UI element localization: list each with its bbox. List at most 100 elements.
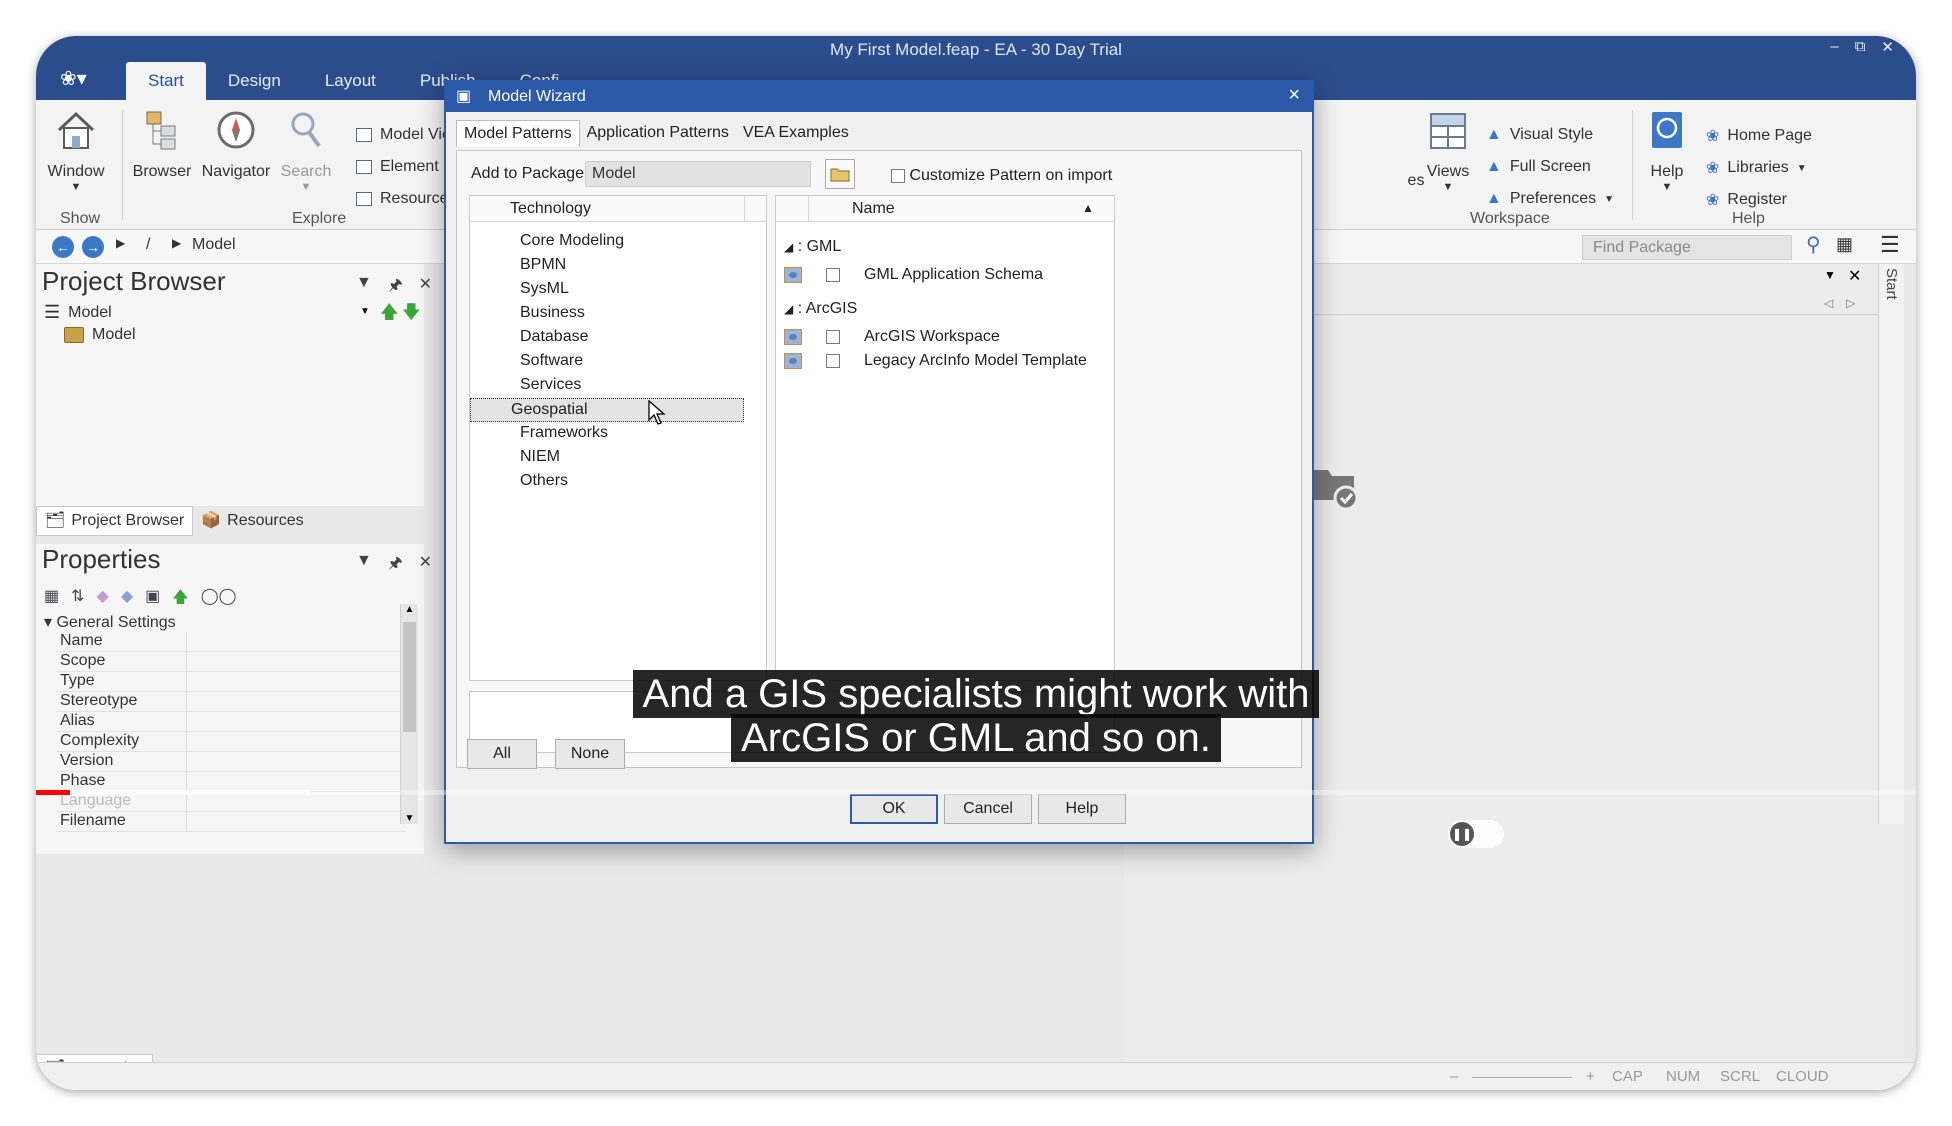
tab-vea-examples[interactable]: VEA Examples	[736, 120, 856, 147]
tree-root[interactable]: ☰ Model	[44, 302, 112, 323]
arrow-up-icon[interactable]: 🡅	[380, 300, 399, 330]
tab-start[interactable]: Start	[126, 62, 206, 100]
package-field[interactable]: Model	[585, 161, 811, 187]
search-icon[interactable]: ⚲	[1806, 232, 1821, 257]
navigator-button[interactable]: Navigator	[198, 108, 274, 181]
home-page-button[interactable]: ❀ Home Page	[1706, 126, 1812, 146]
pattern-item[interactable]: Legacy ArcInfo Model Template	[784, 352, 1087, 370]
technology-item[interactable]: SysML	[520, 280, 569, 298]
property-row[interactable]: Scope	[56, 652, 406, 672]
tab-design[interactable]: Design	[206, 62, 303, 100]
close-icon[interactable]: ✕	[419, 552, 432, 579]
tree-item-model[interactable]: Model	[64, 326, 136, 344]
scroll-down-icon[interactable]: ▼	[401, 813, 418, 824]
views-button[interactable]: Views ▼	[1418, 108, 1478, 193]
categorized-icon[interactable]: ▦	[44, 586, 59, 613]
app-menu-icon[interactable]: ❀▾	[60, 66, 87, 90]
pattern-checkbox[interactable]	[826, 268, 840, 282]
preferences-button[interactable]: ▲ Preferences ▼	[1486, 190, 1614, 208]
video-progress-bar[interactable]	[36, 790, 1916, 795]
glasses-icon[interactable]: ◯◯	[201, 586, 237, 613]
globe-icon: ❀	[1706, 192, 1720, 209]
scroll-left-icon[interactable]: ◁	[1824, 296, 1833, 310]
close-icon[interactable]: ✕	[1881, 38, 1894, 56]
property-row[interactable]: Phase	[56, 772, 406, 792]
find-package-input[interactable]: Find Package	[1582, 235, 1792, 260]
path-root[interactable]: /	[146, 236, 150, 254]
tag-icon[interactable]: ◆	[121, 586, 133, 613]
technology-item[interactable]: Services	[520, 376, 581, 394]
libraries-button[interactable]: ❀ Libraries ▼	[1706, 158, 1807, 178]
scroll-up-icon[interactable]: ▲	[401, 604, 418, 615]
window-button[interactable]: Window ▼	[46, 108, 106, 193]
technology-item[interactable]: NIEM	[520, 448, 560, 466]
technology-item[interactable]: BPMN	[520, 256, 566, 274]
path-model[interactable]: Model	[192, 236, 236, 254]
cancel-button[interactable]: Cancel	[944, 794, 1032, 824]
visual-style-button[interactable]: ▲ Visual Style	[1486, 126, 1593, 144]
zoom-slider[interactable]	[1472, 1077, 1572, 1078]
search-button[interactable]: Search ▼	[276, 108, 336, 193]
minimize-icon[interactable]: –	[1830, 38, 1838, 56]
folder-check-icon[interactable]	[1308, 460, 1360, 512]
name-header[interactable]: Name ▲	[776, 196, 1114, 222]
tab-project-browser[interactable]: 🗂 Project Browser	[36, 506, 194, 536]
arrow-down-icon[interactable]: 🡇	[402, 300, 421, 330]
customize-pattern-option[interactable]: Customize Pattern on import	[891, 167, 1112, 185]
technology-item[interactable]: Business	[520, 304, 585, 322]
pin-icon[interactable]: 🖈	[388, 274, 403, 301]
hamburger-icon[interactable]: ☰	[1880, 232, 1900, 258]
ok-button[interactable]: OK	[850, 794, 938, 824]
technology-item[interactable]: Frameworks	[520, 424, 608, 442]
dropdown-icon[interactable]: ▼	[356, 274, 372, 301]
property-row[interactable]: Filename	[56, 812, 406, 832]
technology-item-selected[interactable]: Geospatial	[470, 398, 744, 422]
tab-model-patterns[interactable]: Model Patterns	[456, 120, 580, 147]
scroll-right-icon[interactable]: ▷	[1846, 296, 1855, 310]
forward-icon[interactable]: →	[82, 236, 104, 258]
close-icon[interactable]: ✕	[419, 274, 432, 301]
technology-item[interactable]: Others	[520, 472, 568, 490]
tab-application-patterns[interactable]: Application Patterns	[580, 120, 736, 147]
technology-item[interactable]: Database	[520, 328, 589, 346]
grid-menu-icon[interactable]: ▦	[1836, 234, 1853, 255]
pin-icon[interactable]: 🖈	[388, 552, 403, 579]
close-icon[interactable]: ×	[1288, 84, 1300, 107]
pattern-item[interactable]: GML Application Schema	[784, 266, 1043, 284]
zoom-in-icon[interactable]: +	[1586, 1068, 1595, 1085]
full-screen-button[interactable]: ▲ Full Screen	[1486, 158, 1591, 176]
browser-button[interactable]: Browser	[130, 108, 194, 181]
dropdown-icon[interactable]: ▼	[1824, 268, 1836, 282]
pattern-checkbox[interactable]	[826, 354, 840, 368]
resources-button[interactable]: Resources	[356, 190, 456, 208]
properties-icon[interactable]: ▣	[145, 586, 160, 613]
dropdown-icon[interactable]: ▼	[356, 552, 372, 579]
tag-icon[interactable]: ◆	[97, 586, 109, 613]
technology-item[interactable]: Core Modeling	[520, 232, 624, 250]
browse-package-button[interactable]	[825, 159, 855, 189]
start-side-tab[interactable]: Start	[1883, 268, 1900, 300]
pattern-item[interactable]: ArcGIS Workspace	[784, 328, 1000, 346]
property-row[interactable]: Name	[56, 632, 406, 652]
technology-item[interactable]: Software	[520, 352, 583, 370]
pattern-group-gml[interactable]: ◢ : GML	[784, 238, 841, 256]
sort-az-icon[interactable]: ⇅	[71, 586, 84, 613]
pause-toggle[interactable]: ❚❚	[1448, 820, 1504, 848]
register-button[interactable]: ❀ Register	[1706, 190, 1787, 210]
chevron-down-icon[interactable]: ▼	[360, 306, 370, 317]
arrow-up-icon[interactable]: 🡅	[172, 586, 188, 613]
restore-icon[interactable]: ⧉	[1855, 38, 1866, 56]
pattern-checkbox[interactable]	[826, 330, 840, 344]
pattern-group-arcgis[interactable]: ◢ : ArcGIS	[784, 300, 857, 318]
technology-header[interactable]: Technology	[470, 196, 766, 222]
help-button[interactable]: Help ▼	[1642, 108, 1692, 193]
property-row[interactable]: Language	[56, 792, 406, 812]
tab-resources[interactable]: 📦 Resources	[193, 506, 311, 536]
back-icon[interactable]: ←	[52, 236, 74, 258]
close-icon[interactable]: ✕	[1848, 266, 1861, 286]
tab-layout[interactable]: Layout	[303, 62, 398, 100]
help-button[interactable]: Help	[1038, 794, 1126, 824]
customize-checkbox[interactable]	[891, 168, 905, 183]
zoom-out-icon[interactable]: –	[1450, 1068, 1458, 1085]
properties-section[interactable]: ▾ General Settings	[44, 612, 176, 632]
